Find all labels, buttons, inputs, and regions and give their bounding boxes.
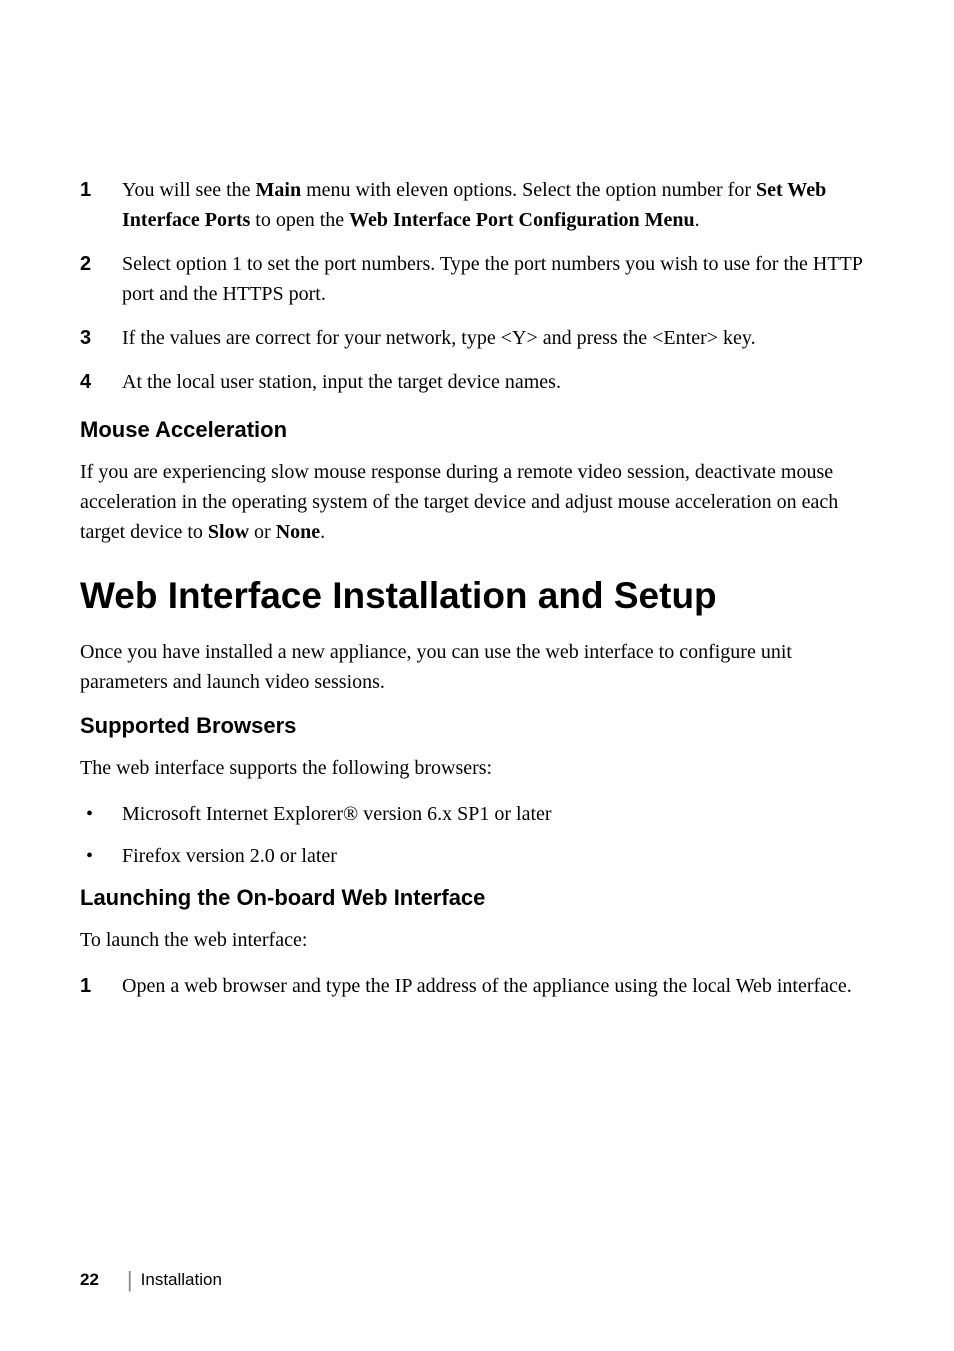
step-number: 4 (80, 367, 122, 397)
mouse-acceleration-heading: Mouse Acceleration (80, 417, 874, 443)
web-interface-setup-heading: Web Interface Installation and Setup (80, 575, 874, 617)
step-body: Open a web browser and type the IP addre… (122, 971, 874, 1001)
footer-separator-icon: | (127, 1269, 133, 1291)
supported-browsers-intro: The web interface supports the following… (80, 753, 874, 783)
bold-text: Web Interface Port Configuration Menu (349, 209, 695, 231)
footer-section: Installation (141, 1270, 222, 1290)
launching-web-interface-heading: Launching the On-board Web Interface (80, 885, 874, 911)
launch-intro: To launch the web interface: (80, 925, 874, 955)
bold-text: Main (256, 179, 302, 201)
text-run: or (249, 521, 276, 543)
step-number: 3 (80, 323, 122, 353)
browser-item: Firefox version 2.0 or later (122, 841, 337, 871)
web-interface-intro: Once you have installed a new appliance,… (80, 637, 874, 697)
text-run: . (320, 521, 325, 543)
launch-steps-list: 1 Open a web browser and type the IP add… (80, 971, 874, 1001)
bullet-icon: • (80, 841, 122, 871)
page-number: 22 (80, 1270, 99, 1290)
text-run: You will see the (122, 179, 256, 201)
supported-browsers-heading: Supported Browsers (80, 713, 874, 739)
steps-list-1: 1 You will see the Main menu with eleven… (80, 175, 874, 397)
page-footer: 22 | Installation (80, 1269, 222, 1291)
bold-text: None (276, 521, 320, 543)
step-number: 1 (80, 175, 122, 235)
list-item: 3 If the values are correct for your net… (80, 323, 874, 353)
mouse-acceleration-paragraph: If you are experiencing slow mouse respo… (80, 457, 874, 547)
browsers-list: • Microsoft Internet Explorer® version 6… (80, 799, 874, 871)
list-item: • Microsoft Internet Explorer® version 6… (80, 799, 874, 829)
step-body: Select option 1 to set the port numbers.… (122, 249, 874, 309)
list-item: 4 At the local user station, input the t… (80, 367, 874, 397)
text-run: to open the (250, 209, 349, 231)
list-item: 2 Select option 1 to set the port number… (80, 249, 874, 309)
step-number: 2 (80, 249, 122, 309)
text-run: menu with eleven options. Select the opt… (301, 179, 756, 201)
step-body: You will see the Main menu with eleven o… (122, 175, 874, 235)
bullet-icon: • (80, 799, 122, 829)
bold-text: Slow (208, 521, 249, 543)
list-item: 1 Open a web browser and type the IP add… (80, 971, 874, 1001)
text-run: If you are experiencing slow mouse respo… (80, 461, 838, 543)
list-item: • Firefox version 2.0 or later (80, 841, 874, 871)
step-body: At the local user station, input the tar… (122, 367, 874, 397)
browser-item: Microsoft Internet Explorer® version 6.x… (122, 799, 552, 829)
step-number: 1 (80, 971, 122, 1001)
step-body: If the values are correct for your netwo… (122, 323, 874, 353)
list-item: 1 You will see the Main menu with eleven… (80, 175, 874, 235)
text-run: . (695, 209, 700, 231)
